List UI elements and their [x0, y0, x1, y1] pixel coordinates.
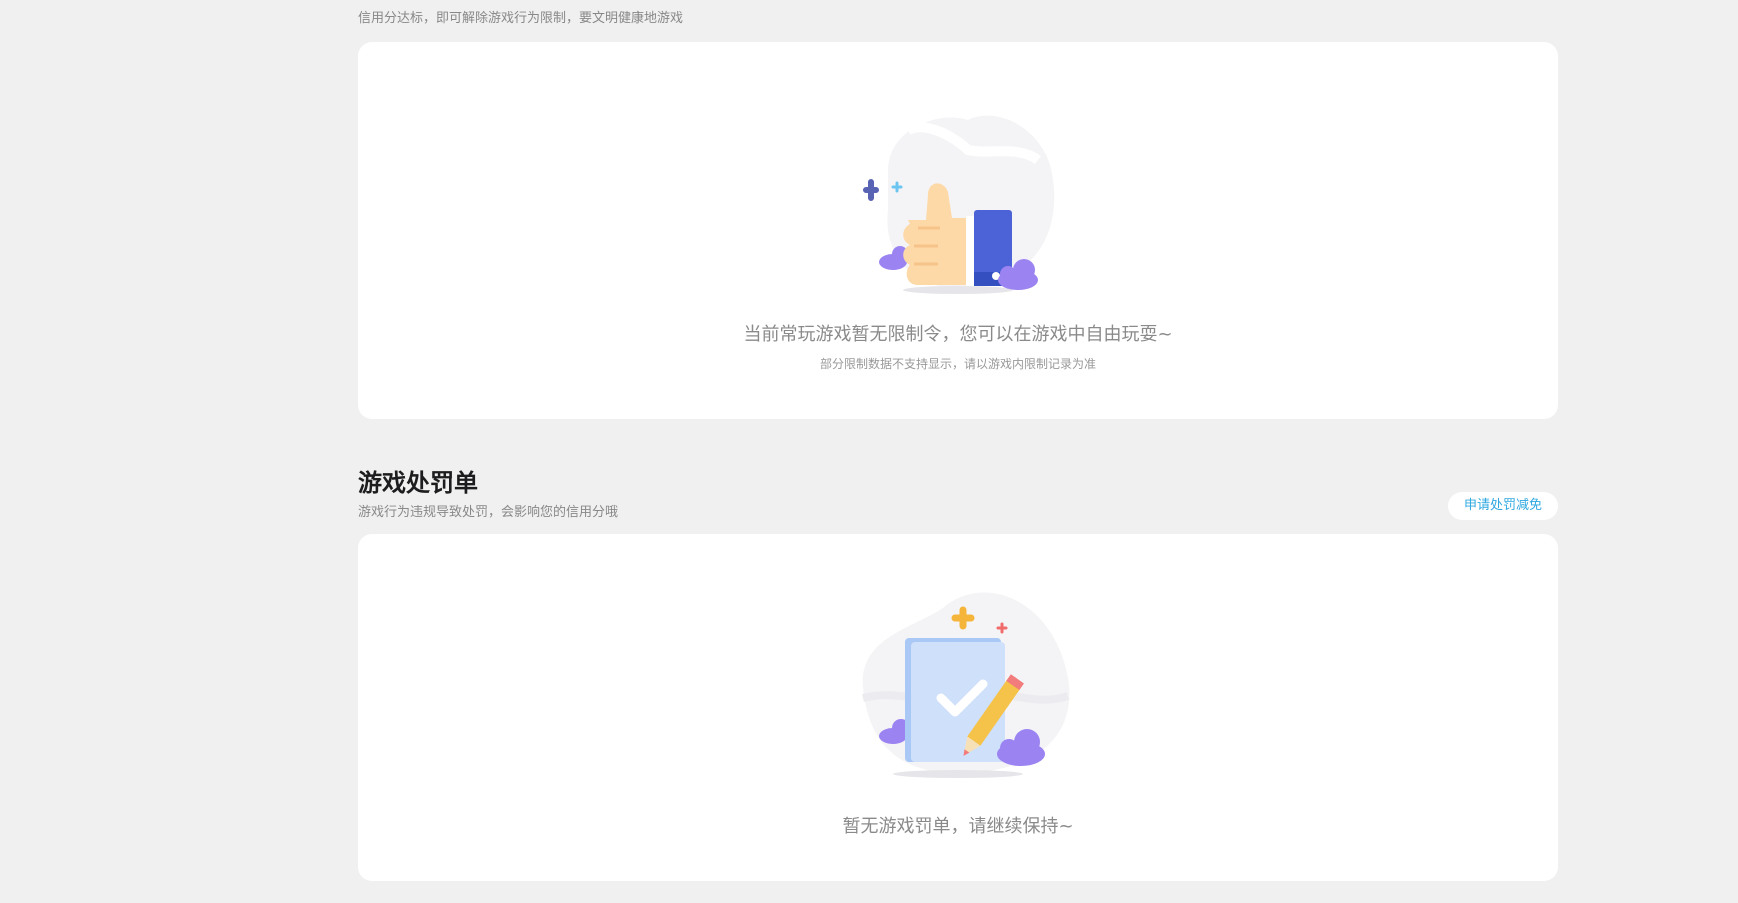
- penalty-card: 暂无游戏罚单，请继续保持~: [358, 534, 1558, 881]
- penalty-section-title: 游戏处罚单: [358, 469, 478, 497]
- thumbs-up-icon: [863, 115, 1055, 294]
- penalty-empty-message: 暂无游戏罚单，请继续保持~: [842, 816, 1074, 837]
- restriction-empty-message: 当前常玩游戏暂无限制令，您可以在游戏中自由玩耍~: [743, 324, 1173, 345]
- restriction-card: 当前常玩游戏暂无限制令，您可以在游戏中自由玩耍~ 部分限制数据不支持显示，请以游…: [358, 42, 1558, 419]
- credit-section-subtitle: 信用分达标，即可解除游戏行为限制，要文明健康地游戏: [358, 11, 684, 26]
- apply-penalty-reduction-button[interactable]: 申请处罚减免: [1448, 492, 1558, 520]
- restriction-empty-note: 部分限制数据不支持显示，请以游戏内限制记录为准: [819, 357, 1096, 371]
- checklist-pencil-icon: [862, 592, 1070, 778]
- penalty-section-subtitle: 游戏行为违规导致处罚，会影响您的信用分哦: [358, 505, 619, 520]
